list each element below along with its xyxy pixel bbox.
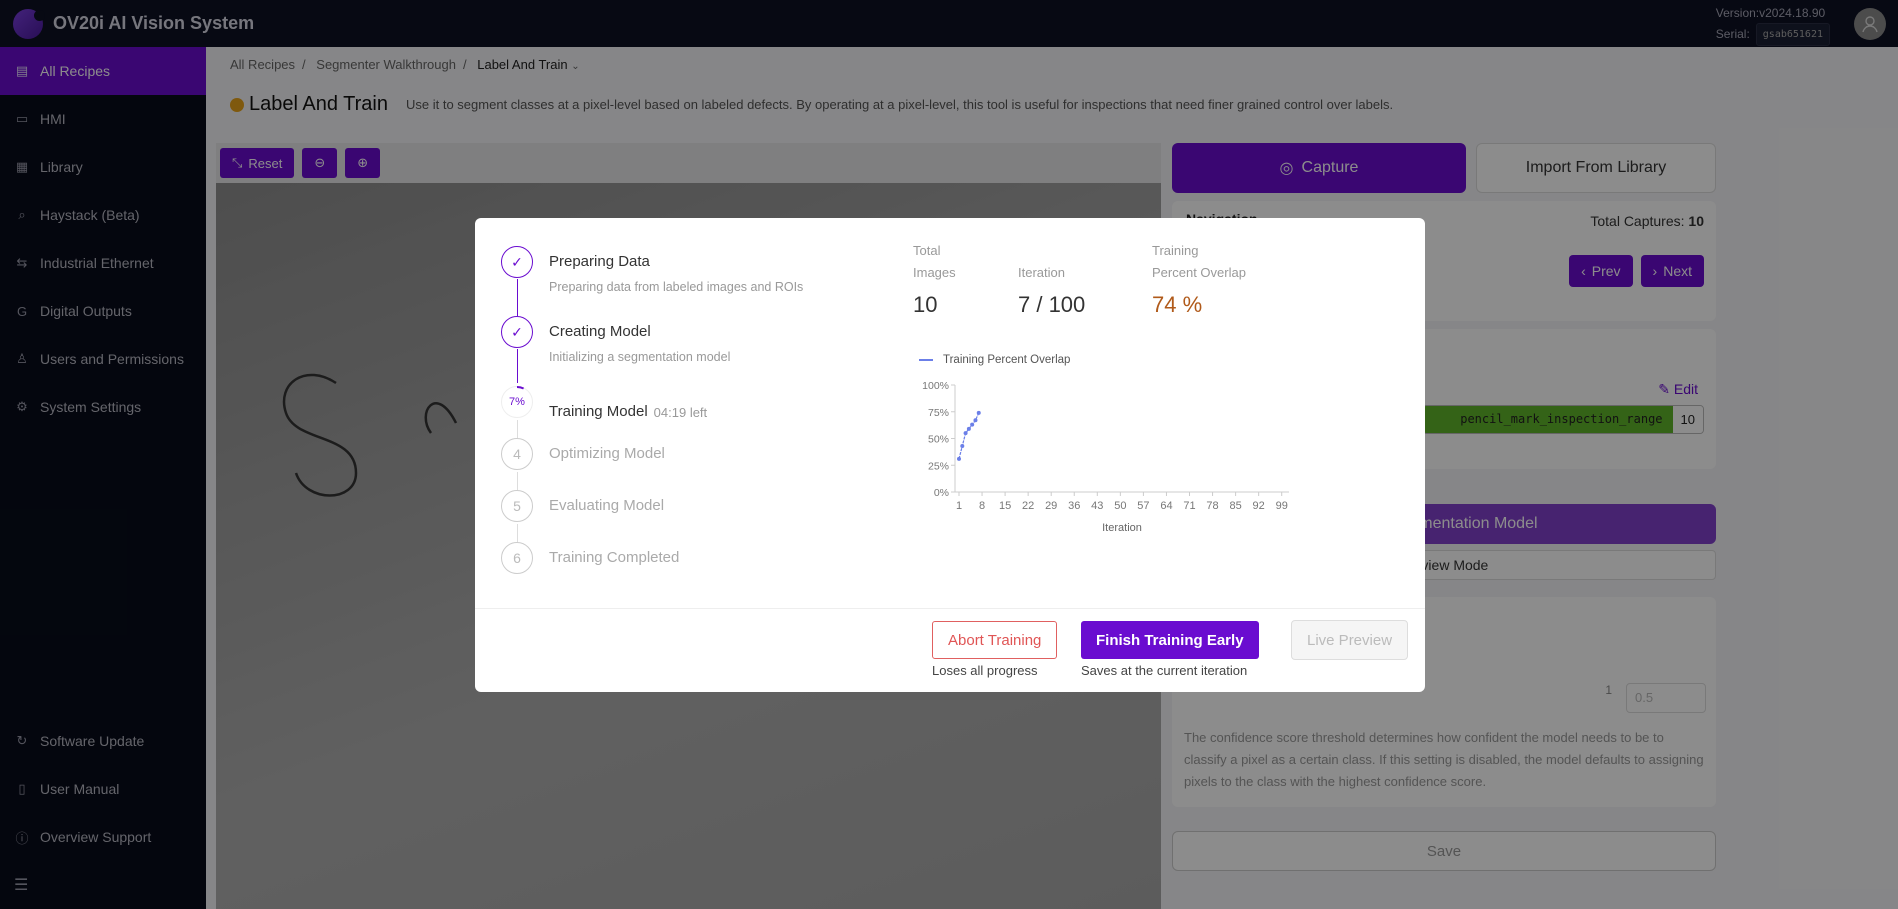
x-tick-label: 22: [1022, 500, 1034, 512]
chart-legend[interactable]: Training Percent Overlap: [919, 354, 1070, 366]
training-steps: ✓ Preparing Data Preparing data from lab…: [501, 246, 803, 582]
data-point: [970, 422, 975, 427]
stat-total-images: Total Images 10: [913, 240, 1018, 318]
x-tick-label: 15: [999, 500, 1011, 512]
x-tick-label: 29: [1045, 500, 1057, 512]
x-tick-label: 50: [1114, 500, 1126, 512]
x-tick-label: 99: [1276, 500, 1288, 512]
data-point: [963, 431, 968, 436]
stat-iteration: Iteration 7 / 100: [1018, 240, 1152, 318]
legend-label: Training Percent Overlap: [943, 354, 1071, 366]
step-optimizing-model: 4 Optimizing Model: [501, 438, 803, 490]
step-training-completed: 6 Training Completed: [501, 542, 803, 582]
progress-ring: 7%: [501, 386, 533, 418]
y-tick-label: 100%: [922, 380, 949, 392]
x-tick-label: 71: [1183, 500, 1195, 512]
step-subtitle: Initializing a segmentation model: [549, 350, 731, 364]
step-title: Training Model: [549, 403, 648, 420]
step-title: Creating Model: [549, 323, 651, 340]
step-subtitle: Preparing data from labeled images and R…: [549, 280, 804, 294]
data-point: [957, 456, 961, 461]
data-point: [960, 443, 965, 448]
x-tick-label: 78: [1206, 500, 1218, 512]
step-creating-model: ✓ Creating Model Initializing a segmenta…: [501, 316, 803, 386]
step-number: 4: [501, 438, 533, 470]
legend-swatch: [919, 359, 933, 361]
step-time-left: 04:19 left: [653, 404, 708, 420]
stat-value: 74 %: [1152, 292, 1203, 317]
step-training-model: 7% Training Model 04:19 left: [501, 386, 803, 438]
x-tick-label: 43: [1091, 500, 1103, 512]
y-tick-label: 50%: [928, 434, 949, 446]
data-point: [966, 426, 971, 431]
stat-value: 7 / 100: [1018, 292, 1086, 317]
step-title: Training Completed: [549, 549, 680, 566]
x-tick-label: 36: [1068, 500, 1080, 512]
step-preparing-data: ✓ Preparing Data Preparing data from lab…: [501, 246, 803, 316]
y-tick-label: 0%: [934, 487, 949, 499]
step-title: Preparing Data: [549, 253, 650, 270]
training-stats: Total Images 10 Iteration 7 / 100 Trainin…: [913, 240, 1312, 318]
x-tick-label: 92: [1253, 500, 1265, 512]
x-tick-label: 85: [1229, 500, 1241, 512]
x-tick-label: 57: [1137, 500, 1149, 512]
step-number: 5: [501, 490, 533, 522]
check-icon: ✓: [501, 316, 533, 348]
step-title: Evaluating Model: [549, 497, 665, 514]
x-tick-label: 1: [956, 500, 962, 512]
x-axis-label: Iteration: [1102, 522, 1142, 534]
x-tick-label: 8: [979, 500, 985, 512]
x-tick-label: 64: [1160, 500, 1172, 512]
y-tick-label: 75%: [928, 407, 949, 419]
finish-hint: Saves at the current iteration: [1081, 663, 1248, 678]
abort-hint: Loses all progress: [932, 663, 1038, 678]
step-evaluating-model: 5 Evaluating Model: [501, 490, 803, 542]
modal-footer: Abort Training Loses all progress Finish…: [475, 608, 1425, 692]
finish-training-early-button[interactable]: Finish Training Early: [1081, 621, 1259, 659]
overlap-chart: 0% 25% 50% 75% 100% 1 8 15 22 29 36 43 50 57 64 71 78 85 9…: [922, 380, 1289, 534]
abort-training-button[interactable]: Abort Training: [932, 621, 1058, 659]
live-preview-button[interactable]: Live Preview: [1291, 620, 1409, 660]
data-point: [976, 410, 981, 415]
data-point: [973, 418, 978, 423]
step-title: Optimizing Model: [549, 445, 665, 462]
stat-value: 10: [913, 292, 938, 317]
step-number: 6: [501, 542, 533, 574]
stat-percent-overlap: Training Percent Overlap 74 %: [1152, 240, 1312, 318]
training-modal: ✓ Preparing Data Preparing data from lab…: [475, 218, 1425, 692]
y-tick-label: 25%: [928, 460, 949, 472]
check-icon: ✓: [501, 246, 533, 278]
